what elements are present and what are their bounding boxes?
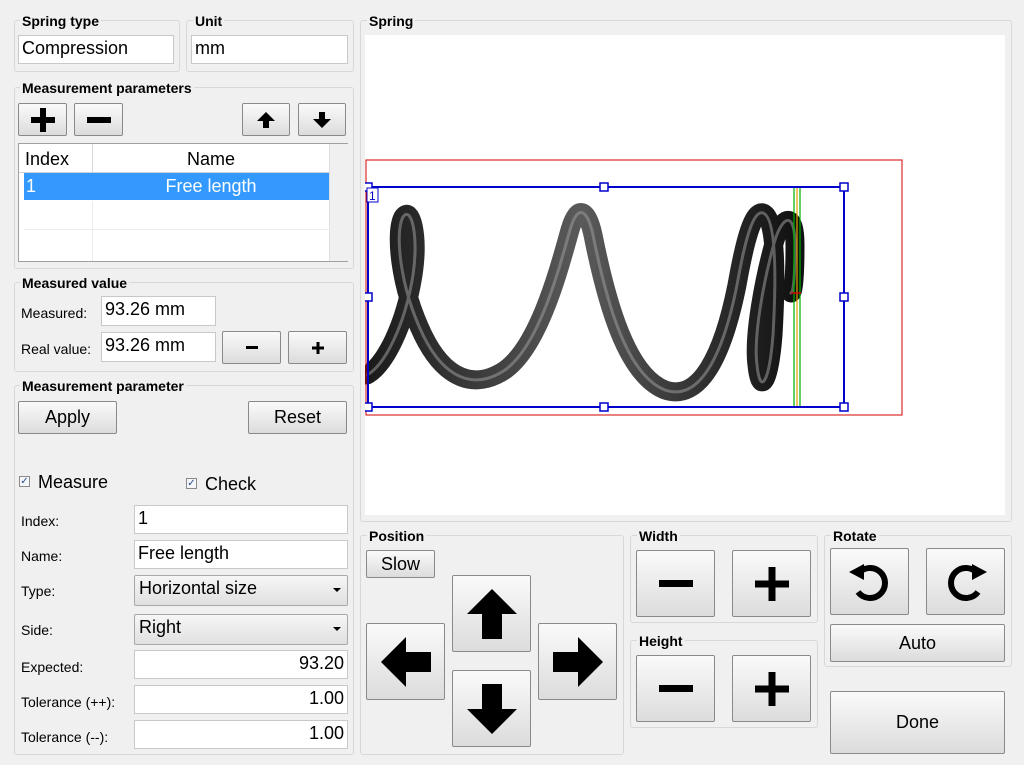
spring-coil [357,203,805,402]
spring-type-field[interactable]: Compression [18,35,174,64]
height-increase-button[interactable] [732,655,811,722]
plus-icon [754,566,789,601]
table-grid-line [92,201,93,261]
spring-title: Spring [367,13,416,29]
move-up-button[interactable] [242,103,290,136]
slow-button[interactable]: Slow [366,550,435,578]
done-button[interactable]: Done [830,691,1005,754]
chevron-down-icon [333,627,341,631]
plus-icon [754,671,789,706]
move-down-position-button[interactable] [452,670,531,747]
add-parameter-button[interactable] [18,103,67,136]
apply-button[interactable]: Apply [18,401,117,434]
rotate-title: Rotate [831,528,879,544]
real-value-increase-button[interactable] [288,331,347,364]
check-label: Check [205,474,257,494]
move-up-position-button[interactable] [452,575,531,652]
plus-icon [311,341,324,354]
type-dropdown[interactable]: Horizontal size [134,575,348,606]
arrow-up-icon [466,588,517,639]
arrow-left-icon [380,636,431,687]
expected-label: Expected: [21,659,84,675]
real-value-decrease-button[interactable] [222,331,281,364]
measurement-parameters-title: Measurement parameters [20,80,194,96]
auto-rotate-button[interactable]: Auto [830,624,1005,662]
arrow-down-icon [313,111,331,128]
type-label: Type: [21,583,56,599]
column-header-index[interactable]: Index [25,149,69,170]
minus-icon [245,345,258,349]
unit-field[interactable]: mm [191,35,348,64]
height-title: Height [637,633,685,649]
spring-image: 1 [357,159,903,416]
rotate-clockwise-icon [947,563,987,601]
arrow-right-icon [552,636,603,687]
rotate-counterclockwise-icon [848,563,888,601]
measured-field[interactable]: 93.26 mm [101,296,216,326]
width-title: Width [637,528,680,544]
chevron-down-icon [333,588,341,592]
table-empty-row [24,201,329,230]
width-decrease-button[interactable] [636,550,715,617]
table-vertical-scrollbar[interactable] [329,144,348,261]
index-label: Index: [21,513,60,529]
measured-value-title: Measured value [20,275,130,291]
unit-title: Unit [193,13,225,29]
rotate-right-button[interactable] [926,548,1005,615]
spring-type-title: Spring type [20,13,102,29]
table-cell-name: Free length [165,176,257,196]
minus-icon [658,579,693,587]
real-value-field[interactable]: 93.26 mm [101,332,216,362]
table-cell-index: 1 [26,176,37,196]
real-value-label: Real value: [21,341,92,357]
measure-label: Measure [38,472,109,492]
check-checkbox[interactable]: ✓ [186,478,197,489]
table-row[interactable]: 1 Free length [24,173,329,200]
table-header: Index Name [19,144,329,173]
parameters-table[interactable]: Index Name 1 Free length [18,143,348,262]
roi-label: 1 [369,189,376,203]
type-dropdown-value: Horizontal size [139,578,258,598]
width-increase-button[interactable] [732,550,811,617]
reset-button[interactable]: Reset [248,401,347,434]
tolerance-minus-label: Tolerance (--): [21,729,109,745]
height-decrease-button[interactable] [636,655,715,722]
tolerance-plus-label: Tolerance (++): [21,694,116,710]
move-right-button[interactable] [538,623,617,700]
spring-image-canvas[interactable]: 1 [357,35,1005,515]
measure-checkbox[interactable]: ✓ [19,476,30,487]
plus-icon [30,107,55,132]
tolerance-plus-field[interactable]: 1.00 [134,685,348,714]
index-field[interactable]: 1 [134,505,348,534]
name-label: Name: [21,548,63,564]
minus-icon [658,684,693,692]
expected-field[interactable]: 93.20 [134,650,348,679]
remove-parameter-button[interactable] [74,103,123,136]
arrow-up-icon [257,111,275,128]
rotate-left-button[interactable] [830,548,909,615]
move-left-button[interactable] [366,623,445,700]
name-field[interactable]: Free length [134,540,348,569]
measurement-parameter-title: Measurement parameter [20,378,186,394]
side-label: Side: [21,622,53,638]
side-dropdown-value: Right [139,617,182,637]
tolerance-minus-field[interactable]: 1.00 [134,720,348,749]
arrow-down-icon [466,683,517,734]
minus-icon [86,116,111,123]
move-down-button[interactable] [298,103,346,136]
measured-label: Measured: [21,305,88,321]
column-header-name[interactable]: Name [93,149,329,170]
position-title: Position [367,528,427,544]
side-dropdown[interactable]: Right [134,614,348,645]
